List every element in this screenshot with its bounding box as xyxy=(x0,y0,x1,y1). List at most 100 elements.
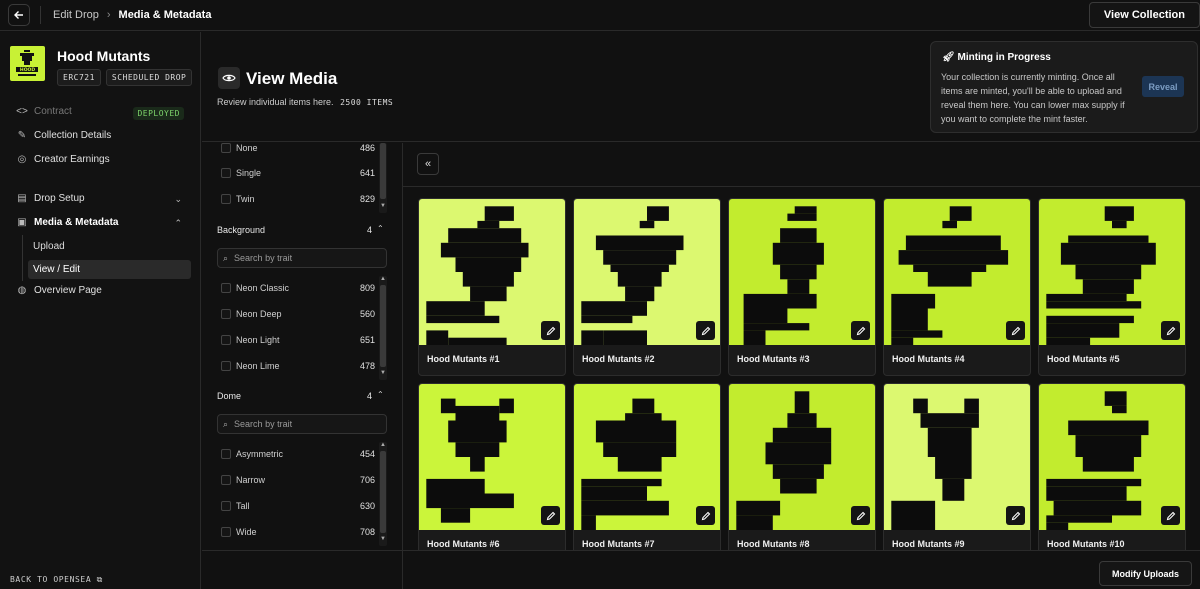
scrollbar[interactable]: ▲ ▼ xyxy=(379,442,387,546)
breadcrumb-edit-drop[interactable]: Edit Drop xyxy=(53,9,99,21)
scroll-down-arrow[interactable]: ▼ xyxy=(379,203,387,209)
checkbox[interactable] xyxy=(221,527,231,537)
nav-contract[interactable]: <> Contract xyxy=(16,106,72,117)
media-card[interactable]: Hood Mutants #5 xyxy=(1038,198,1186,376)
background-section-title[interactable]: Background xyxy=(217,225,265,235)
media-card[interactable]: Hood Mutants #4 xyxy=(883,198,1031,376)
minting-title: 🚀︎ Minting in Progress xyxy=(942,52,1051,63)
chevron-down-icon[interactable]: ⌄ xyxy=(174,194,182,205)
checkbox[interactable] xyxy=(221,449,231,459)
back-to-opensea-link[interactable]: BACK TO OPENSEA ⧉ xyxy=(10,575,103,585)
reveal-button[interactable]: Reveal xyxy=(1142,76,1184,97)
nav-media-metadata[interactable]: ▣ Media & Metadata xyxy=(16,217,118,228)
edit-item-button[interactable] xyxy=(1161,321,1180,340)
nav-drop-setup[interactable]: ▤ Drop Setup xyxy=(16,193,84,204)
trait-option[interactable]: Twin 829 xyxy=(221,192,375,206)
back-button[interactable] xyxy=(8,4,30,26)
media-card[interactable]: Hood Mutants #7 xyxy=(573,383,721,550)
trait-option[interactable]: Single 641 xyxy=(221,166,375,180)
chevron-up-icon[interactable]: ⌃ xyxy=(377,390,384,399)
media-card[interactable]: Hood Mutants #3 xyxy=(728,198,876,376)
sidebar: HOOD Hood Mutants ERC721 SCHEDULED DROP … xyxy=(0,32,201,589)
edit-item-button[interactable] xyxy=(696,506,715,525)
edit-item-button[interactable] xyxy=(1006,321,1025,340)
scroll-down-arrow[interactable]: ▼ xyxy=(379,536,387,542)
media-card[interactable]: Hood Mutants #2 xyxy=(573,198,721,376)
edit-item-button[interactable] xyxy=(851,321,870,340)
collection-name: Hood Mutants xyxy=(57,48,151,64)
nav-upload[interactable]: Upload xyxy=(28,237,191,256)
edit-item-button[interactable] xyxy=(541,321,560,340)
media-card[interactable]: Hood Mutants #1 xyxy=(418,198,566,376)
submenu-line xyxy=(22,235,23,281)
scroll-up-arrow[interactable]: ▲ xyxy=(379,442,387,448)
checkbox[interactable] xyxy=(221,168,231,178)
checkbox[interactable] xyxy=(221,501,231,511)
collapse-filters-button[interactable]: « xyxy=(417,153,439,175)
drop-type-badge: SCHEDULED DROP xyxy=(105,69,193,86)
trait-option[interactable]: Tall 630 xyxy=(221,499,375,513)
trait-count: 651 xyxy=(359,335,375,345)
trait-option[interactable]: Neon Lime 478 xyxy=(221,359,375,373)
checkbox[interactable] xyxy=(221,283,231,293)
nav-overview-page[interactable]: ◍ Overview Page xyxy=(16,285,102,296)
dome-section-title[interactable]: Dome xyxy=(217,391,241,401)
nav-creator-earnings[interactable]: ◎ Creator Earnings xyxy=(16,154,110,165)
checkbox[interactable] xyxy=(221,475,231,485)
checkbox[interactable] xyxy=(221,335,231,345)
nav-view-edit[interactable]: View / Edit xyxy=(28,260,191,279)
checkbox[interactable] xyxy=(221,194,231,204)
search-placeholder: Search by trait xyxy=(234,253,293,263)
search-icon: ⌕ xyxy=(223,252,229,263)
top-bar: Edit Drop › Media & Metadata View Collec… xyxy=(0,0,1200,31)
scrollbar-thumb[interactable] xyxy=(380,143,386,199)
media-card-title: Hood Mutants #2 xyxy=(582,354,655,364)
page-title: View Media xyxy=(246,69,338,88)
scrollbar-thumb[interactable] xyxy=(380,451,386,533)
edit-item-button[interactable] xyxy=(851,506,870,525)
dome-search-input[interactable]: ⌕ Search by trait xyxy=(217,414,387,434)
nav-collection-details-label: Collection Details xyxy=(34,130,112,141)
modify-uploads-button[interactable]: Modify Uploads xyxy=(1099,561,1192,586)
checkbox[interactable] xyxy=(221,143,231,153)
trait-label: Wide xyxy=(236,527,257,537)
trait-count: 486 xyxy=(359,143,375,153)
scroll-down-arrow[interactable]: ▼ xyxy=(379,370,387,376)
media-card-title: Hood Mutants #10 xyxy=(1047,539,1125,549)
pencil-icon xyxy=(1011,511,1020,520)
edit-item-button[interactable] xyxy=(1161,506,1180,525)
trait-option[interactable]: None 486 xyxy=(221,143,375,155)
checkbox[interactable] xyxy=(221,361,231,371)
media-card[interactable]: Hood Mutants #10 xyxy=(1038,383,1186,550)
trait-option[interactable]: Neon Deep 560 xyxy=(221,307,375,321)
trait-label: Neon Classic xyxy=(236,283,290,293)
scrollbar-thumb[interactable] xyxy=(380,285,386,367)
trait-option[interactable]: Wide 708 xyxy=(221,525,375,539)
media-card[interactable]: Hood Mutants #9 xyxy=(883,383,1031,550)
trait-label: Narrow xyxy=(236,475,266,485)
scroll-up-arrow[interactable]: ▲ xyxy=(379,276,387,282)
edit-item-button[interactable] xyxy=(696,321,715,340)
edit-item-button[interactable] xyxy=(1006,506,1025,525)
media-card[interactable]: Hood Mutants #8 xyxy=(728,383,876,550)
palette-icon: ◍ xyxy=(17,285,27,296)
chevron-right-icon: › xyxy=(106,9,111,21)
code-icon: <> xyxy=(16,106,28,117)
checkbox[interactable] xyxy=(221,309,231,319)
scrollbar[interactable]: ▼ xyxy=(379,143,387,213)
chevron-up-icon[interactable]: ⌃ xyxy=(174,218,182,229)
edit-item-button[interactable] xyxy=(541,506,560,525)
trait-option[interactable]: Neon Light 651 xyxy=(221,333,375,347)
trait-label: None xyxy=(236,143,258,153)
scrollbar[interactable]: ▲ ▼ xyxy=(379,276,387,380)
trait-option[interactable]: Asymmetric 454 xyxy=(221,447,375,461)
trait-option[interactable]: Narrow 706 xyxy=(221,473,375,487)
view-collection-button[interactable]: View Collection xyxy=(1088,2,1200,28)
trait-option[interactable]: Neon Classic 809 xyxy=(221,281,375,295)
background-search-input[interactable]: ⌕ Search by trait xyxy=(217,248,387,268)
media-card-title: Hood Mutants #3 xyxy=(737,354,810,364)
media-card[interactable]: Hood Mutants #6 xyxy=(418,383,566,550)
nav-collection-details[interactable]: ✎ Collection Details xyxy=(16,130,111,141)
chevron-up-icon[interactable]: ⌃ xyxy=(377,224,384,233)
pencil-icon xyxy=(856,511,865,520)
